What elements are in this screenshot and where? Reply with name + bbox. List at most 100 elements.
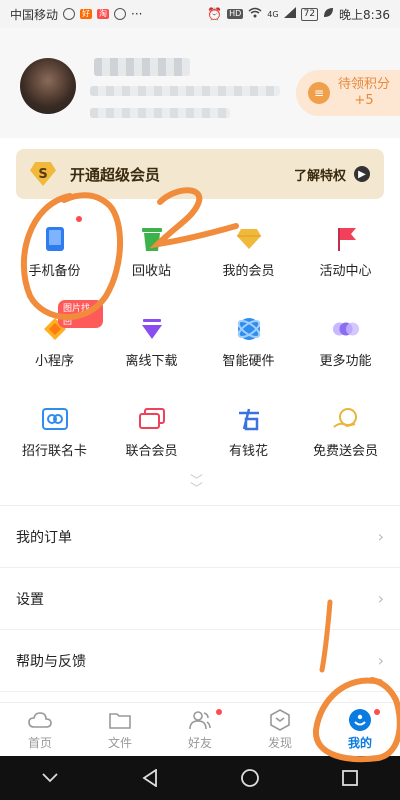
nav-back-button[interactable] — [130, 758, 170, 798]
grid-item-my-membership[interactable]: 我的会员 — [200, 212, 297, 302]
flag-icon — [332, 226, 360, 252]
tab-friends[interactable]: 好友 — [160, 703, 240, 756]
nav-home-button[interactable] — [230, 758, 270, 798]
mine-badge-dot — [374, 709, 380, 715]
wechat-notification-icon — [63, 8, 76, 20]
menu-item-my-orders[interactable]: 我的订单 › — [0, 506, 400, 568]
system-nav-bar — [0, 756, 400, 800]
svip-badge-icon: S — [30, 162, 56, 186]
status-bar: 中国移动 好 淘 ··· ⏰ HD 4G 72 晚上8:36 — [0, 0, 400, 28]
tab-label: 好友 — [187, 735, 212, 750]
tab-files[interactable]: 文件 — [80, 703, 160, 756]
grid-item-mini-program[interactable]: 图片找回 小程序 — [6, 300, 103, 392]
pending-points-text: 待领积分 +5 — [338, 77, 390, 109]
status-bar-right: ⏰ HD 4G 72 晚上8:36 — [207, 6, 390, 23]
feature-grid: 手机备份 回收站 我的会员 活动中心 图片找回 小程序 离线下载 智能硬件 更多… — [6, 212, 394, 482]
app-badge-icon: 好 — [80, 9, 93, 19]
menu-list: 我的订单 › 设置 › 帮助与反馈 › — [0, 506, 400, 692]
home-circle-icon — [241, 769, 259, 787]
grid-item-recycle-bin[interactable]: 回收站 — [103, 212, 200, 302]
friends-icon — [188, 709, 212, 731]
hd-icon: HD — [227, 9, 244, 19]
battery-icon: 72 — [300, 7, 319, 21]
grid-item-label: 招行联名卡 — [21, 444, 87, 459]
grid-item-label: 有钱花 — [228, 444, 268, 459]
chevron-right-icon: › — [377, 651, 384, 670]
tab-label: 文件 — [107, 735, 132, 750]
status-bar-left: 中国移动 好 淘 ··· — [10, 6, 142, 23]
chevron-right-icon: › — [377, 527, 384, 546]
profile-header: ≡ 待领积分 +5 — [0, 28, 400, 138]
smart-hardware-icon — [235, 316, 263, 342]
menu-item-label: 我的订单 — [16, 529, 72, 546]
chevron-down-icon — [42, 773, 58, 783]
username-redacted — [94, 58, 190, 76]
clock-label: 晚上8:36 — [339, 7, 390, 22]
home-cloud-icon — [28, 709, 52, 731]
tab-label: 发现 — [267, 735, 292, 750]
menu-item-settings[interactable]: 设置 › — [0, 568, 400, 630]
grid-item-offline-download[interactable]: 离线下载 — [103, 302, 200, 392]
carrier-label: 中国移动 — [10, 7, 59, 22]
chevron-right-icon: › — [377, 589, 384, 608]
storage-bar-redacted — [90, 86, 280, 96]
learn-privileges-link[interactable]: 了解特权 ▶ — [294, 165, 370, 184]
discover-icon — [268, 708, 292, 731]
bottom-tab-bar: 首页 文件 好友 发现 我的 — [0, 702, 400, 756]
grid-item-cmb-card[interactable]: 招行联名卡 — [6, 392, 103, 482]
grid-item-label: 手机备份 — [28, 264, 81, 279]
taobao-badge-icon: 淘 — [97, 9, 110, 19]
phone-backup-badge-dot — [76, 216, 82, 222]
more-features-icon — [332, 316, 360, 342]
recents-square-icon — [342, 770, 358, 786]
signal-icon — [283, 7, 296, 21]
coin-stack-icon: ≡ — [308, 82, 330, 104]
signal-type: 4G — [267, 9, 279, 19]
grid-item-label: 我的会员 — [222, 264, 275, 279]
folder-icon — [108, 709, 132, 731]
grid-item-label: 回收站 — [131, 264, 171, 279]
menu-item-help-feedback[interactable]: 帮助与反馈 › — [0, 630, 400, 692]
grid-item-label: 更多功能 — [319, 354, 372, 369]
menu-item-label: 设置 — [16, 591, 44, 608]
super-vip-title: 开通超级会员 — [70, 165, 161, 184]
pending-points-button[interactable]: ≡ 待领积分 +5 — [296, 70, 400, 116]
super-vip-banner[interactable]: S 开通超级会员 了解特权 ▶ — [16, 149, 384, 199]
alarm-icon: ⏰ — [207, 7, 223, 21]
pending-points-value: +5 — [354, 93, 374, 108]
tab-mine[interactable]: 我的 — [320, 703, 400, 756]
profile-icon — [348, 708, 372, 731]
recycle-bin-icon — [138, 226, 166, 252]
leaf-icon — [323, 7, 334, 21]
grid-item-label: 离线下载 — [125, 354, 178, 369]
grid-item-phone-backup[interactable]: 手机备份 — [6, 212, 103, 302]
grid-item-smart-hardware[interactable]: 智能硬件 — [200, 302, 297, 392]
friends-badge-dot — [216, 709, 222, 715]
loan-icon — [235, 406, 263, 432]
phone-backup-icon — [41, 226, 69, 252]
storage-text-redacted — [90, 108, 230, 118]
grid-item-label: 联合会员 — [125, 444, 178, 459]
grid-item-label: 免费送会员 — [312, 444, 378, 459]
tab-home[interactable]: 首页 — [0, 703, 80, 756]
tab-discover[interactable]: 发现 — [240, 703, 320, 756]
back-triangle-icon — [142, 769, 157, 787]
grid-item-label: 小程序 — [34, 354, 74, 369]
diamond-icon — [235, 226, 263, 252]
avatar[interactable] — [20, 58, 76, 114]
bank-card-icon — [41, 406, 69, 432]
grid-item-youqianhua[interactable]: 有钱花 — [200, 392, 297, 482]
photo-recovery-tag: 图片找回 — [58, 300, 103, 328]
pending-points-label: 待领积分 — [338, 77, 391, 92]
nav-recents-button[interactable] — [330, 758, 370, 798]
offline-download-icon — [138, 316, 166, 342]
nav-collapse-button[interactable] — [30, 758, 70, 798]
menu-item-label: 帮助与反馈 — [16, 653, 86, 670]
grid-item-free-vip[interactable]: 免费送会员 — [297, 392, 394, 482]
free-vip-icon — [332, 406, 360, 432]
grid-item-joint-membership[interactable]: 联合会员 — [103, 392, 200, 482]
wifi-icon — [248, 7, 262, 21]
grid-item-activity-center[interactable]: 活动中心 — [297, 212, 394, 302]
expand-chevron-icon[interactable]: ﹀ ﹀ — [190, 475, 203, 496]
grid-item-more-features[interactable]: 更多功能 — [297, 302, 394, 392]
